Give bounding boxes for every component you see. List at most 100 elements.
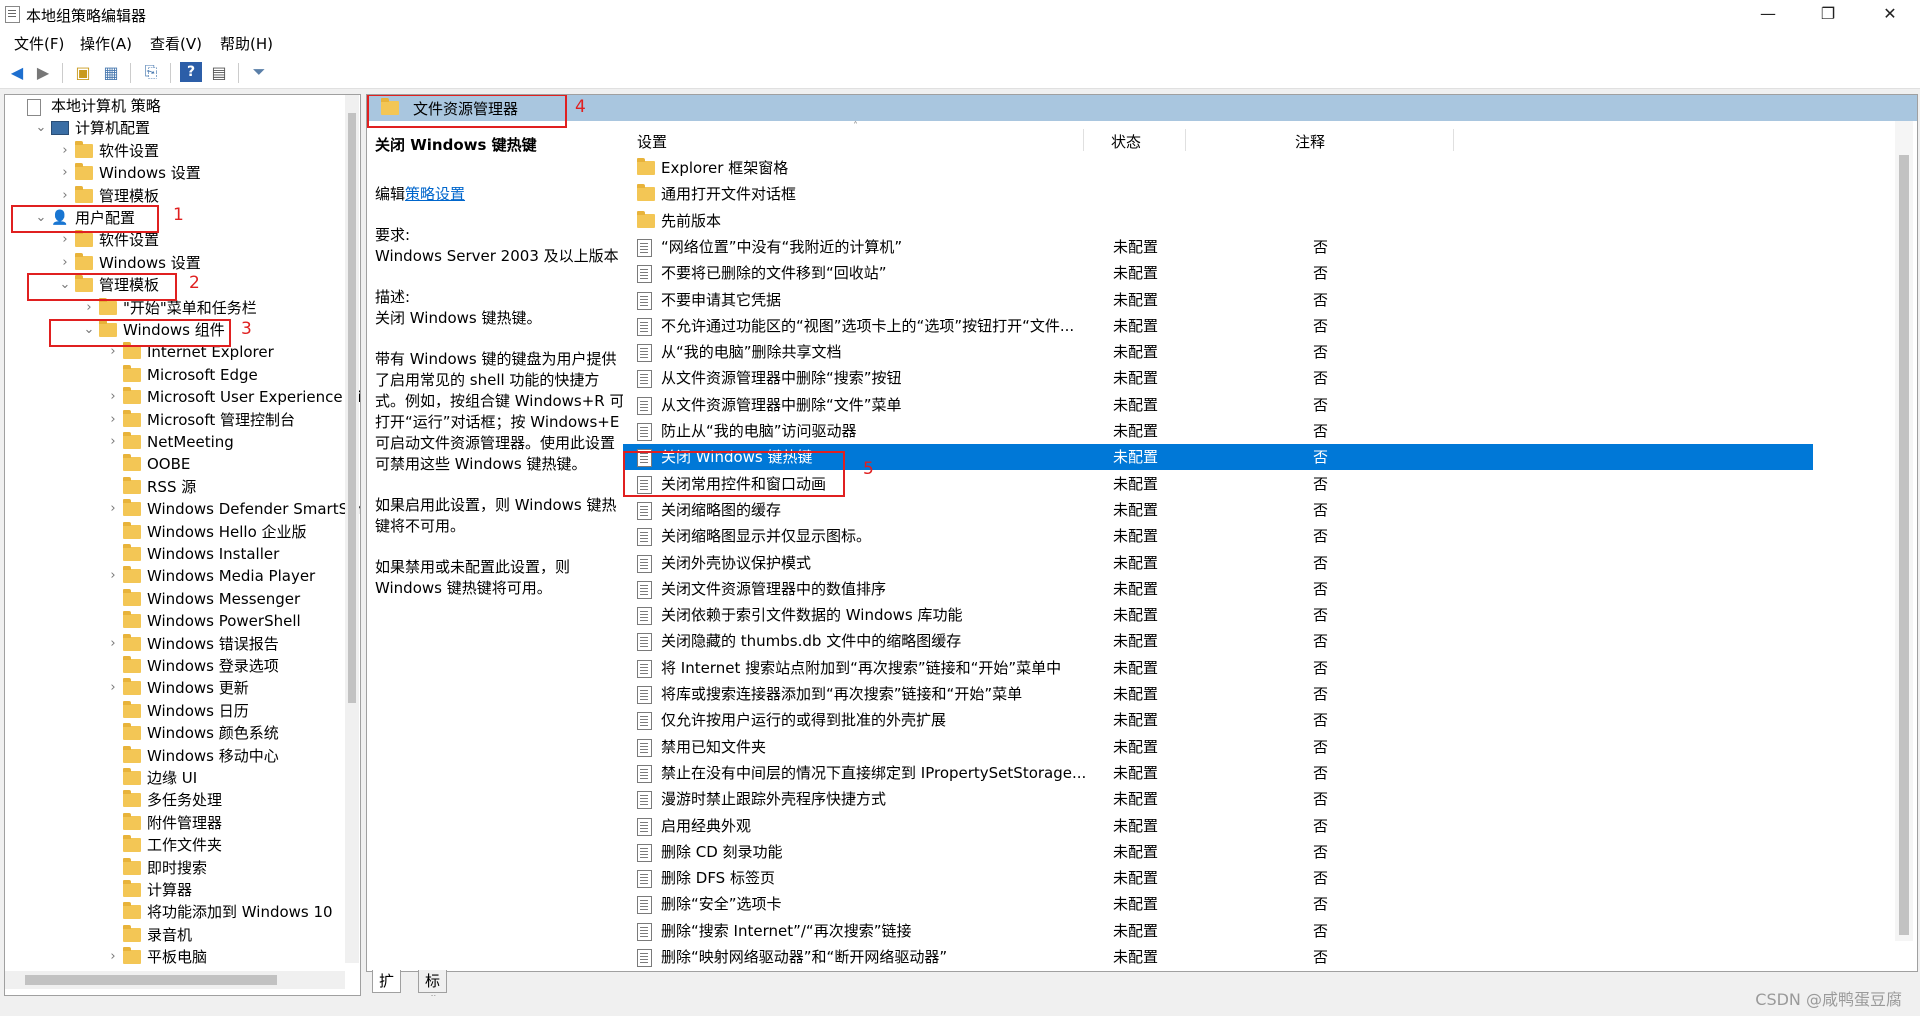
help-icon[interactable]: ? [180,62,202,82]
chevron-right-icon[interactable]: › [59,185,71,207]
tree-node[interactable]: 工作文件夹 [5,834,345,856]
tree-node[interactable]: Windows 日历 [5,700,345,722]
list-item[interactable]: 不要申请其它凭据 未配置 否 [623,287,1813,313]
tree-node[interactable]: › 软件设置 [5,140,345,162]
list-item[interactable]: 从“我的电脑”删除共享文档 未配置 否 [623,339,1813,365]
tree-node[interactable]: 即时搜索 [5,857,345,879]
menu-view[interactable]: 查看(V) [150,33,202,54]
list-item[interactable]: 从文件资源管理器中删除“文件”菜单 未配置 否 [623,392,1813,418]
tree-node[interactable]: Windows 登录选项 [5,655,345,677]
tree-node[interactable]: 边缘 UI [5,767,345,789]
export-list-icon[interactable]: ⎘ [140,62,162,82]
list-folder-item[interactable]: Explorer 框架窗格 [623,155,1813,181]
up-folder-icon[interactable]: ▣ [72,62,94,82]
list-item[interactable]: 禁用已知文件夹 未配置 否 [623,734,1813,760]
column-header-note[interactable]: 注释 [1295,131,1325,152]
tab-standard[interactable]: 标准 [418,970,448,1012]
list-item[interactable]: 漫游时禁止跟踪外壳程序快捷方式 未配置 否 [623,786,1813,812]
filter-icon[interactable]: ⏷ [248,62,270,82]
list-item[interactable]: 防止从“我的电脑”访问驱动器 未配置 否 [623,418,1813,444]
chevron-right-icon[interactable]: › [107,565,119,587]
tree-node[interactable]: › Windows 设置 [5,162,345,184]
tree-node[interactable]: › NetMeeting [5,431,345,453]
tree-node[interactable]: 计算器 [5,879,345,901]
menu-file[interactable]: 文件(F) [14,33,64,54]
tree-scroll-thumb[interactable] [348,113,356,703]
menu-help[interactable]: 帮助(H) [220,33,273,54]
list-item[interactable]: 将库或搜索连接器添加到“再次搜索”链接和“开始”菜单 未配置 否 [623,681,1813,707]
list-item[interactable]: 将 Internet 搜索站点附加到“再次搜索”链接和“开始”菜单中 未配置 否 [623,655,1813,681]
tree-node[interactable]: 本地计算机 策略 [5,95,345,117]
chevron-right-icon[interactable]: › [59,162,71,184]
list-item[interactable]: 关闭缩略图显示并仅显示图标。 未配置 否 [623,523,1813,549]
tree-node[interactable]: RSS 源 [5,476,345,498]
tree-hscroll-thumb[interactable] [25,975,277,985]
tree-node[interactable]: › 平板电脑 [5,946,345,968]
tree-node[interactable]: › Windows 设置 [5,252,345,274]
chevron-right-icon[interactable]: › [107,677,119,699]
column-header-setting[interactable]: 设置 [637,131,667,152]
list-item[interactable]: “网络位置”中没有“我附近的计算机” 未配置 否 [623,234,1813,260]
list-folder-item[interactable]: 先前版本 [623,208,1813,234]
tree-node[interactable]: 多任务处理 [5,789,345,811]
tree-node[interactable]: OOBE [5,453,345,475]
forward-arrow-icon[interactable]: ▶ [32,62,54,82]
chevron-down-icon[interactable]: ⌄ [35,117,47,139]
chevron-right-icon[interactable]: › [107,498,119,520]
chevron-right-icon[interactable]: › [59,140,71,162]
list-item[interactable]: 关闭文件资源管理器中的数值排序 未配置 否 [623,576,1813,602]
list-item[interactable]: 删除 CD 刻录功能 未配置 否 [623,839,1813,865]
chevron-right-icon[interactable]: › [107,386,119,408]
annotation-number-2: 2 [189,273,200,293]
tree-node[interactable]: Windows 颜色系统 [5,722,345,744]
list-item[interactable]: 关闭缩略图的缓存 未配置 否 [623,497,1813,523]
minimize-button[interactable]: — [1740,0,1796,28]
tab-extended[interactable]: 扩展 [372,970,402,1012]
tree-node[interactable]: › Windows 错误报告 [5,633,345,655]
list-item[interactable]: 从文件资源管理器中删除“搜索”按钮 未配置 否 [623,365,1813,391]
list-item[interactable]: 关闭依赖于索引文件数据的 Windows 库功能 未配置 否 [623,602,1813,628]
tree-node[interactable]: Microsoft Edge [5,364,345,386]
tree-node[interactable]: Windows Messenger [5,588,345,610]
list-item[interactable]: 仅允许按用户运行的或得到批准的外壳扩展 未配置 否 [623,707,1813,733]
tree-node[interactable]: 附件管理器 [5,812,345,834]
chevron-right-icon[interactable]: › [107,946,119,968]
list-item[interactable]: 关闭隐藏的 thumbs.db 文件中的缩略图缓存 未配置 否 [623,628,1813,654]
list-item[interactable]: 关闭外壳协议保护模式 未配置 否 [623,550,1813,576]
list-scroll-thumb[interactable] [1899,155,1909,935]
list-item[interactable]: 删除“映射网络驱动器”和“断开网络驱动器” 未配置 否 [623,944,1813,970]
tree-node[interactable]: 将功能添加到 Windows 10 [5,901,345,923]
tree-node[interactable]: › Windows Media Player [5,565,345,587]
list-folder-item[interactable]: 通用打开文件对话框 [623,181,1813,207]
tree-node[interactable]: Windows 移动中心 [5,745,345,767]
list-item[interactable]: 删除“搜索 Internet”/“再次搜索”链接 未配置 否 [623,918,1813,944]
list-item[interactable]: 删除“安全”选项卡 未配置 否 [623,891,1813,917]
tree-node[interactable]: › Microsoft User Experience Virtu [5,386,360,408]
edit-policy-link[interactable]: 策略设置 [405,185,465,203]
tree-node[interactable]: › Windows Defender SmartScree [5,498,360,520]
tree-node[interactable]: › Windows 更新 [5,677,345,699]
menu-action[interactable]: 操作(A) [80,33,132,54]
list-item[interactable]: 删除 DFS 标签页 未配置 否 [623,865,1813,891]
tree-node[interactable]: › 管理模板 [5,185,345,207]
tree-node[interactable]: Windows Installer [5,543,345,565]
maximize-button[interactable]: ❐ [1800,0,1856,28]
properties-icon[interactable]: ▤ [208,62,230,82]
tree-node[interactable]: Windows PowerShell [5,610,345,632]
list-item[interactable]: 不要将已删除的文件移到“回收站” 未配置 否 [623,260,1813,286]
list-item[interactable]: 启用经典外观 未配置 否 [623,813,1813,839]
chevron-right-icon[interactable]: › [107,633,119,655]
chevron-right-icon[interactable]: › [59,252,71,274]
chevron-right-icon[interactable]: › [107,431,119,453]
tree-node[interactable]: › Microsoft 管理控制台 [5,409,345,431]
list-item[interactable]: 不允许通过功能区的“视图”选项卡上的“选项”按钮打开“文件... 未配置 否 [623,313,1813,339]
column-header-state[interactable]: 状态 [1111,131,1141,152]
close-button[interactable]: ✕ [1862,0,1918,28]
back-arrow-icon[interactable]: ◀ [6,62,28,82]
show-hide-tree-icon[interactable]: ▦ [100,62,122,82]
tree-node[interactable]: ⌄ 计算机配置 [5,117,345,139]
list-item[interactable]: 禁止在没有中间层的情况下直接绑定到 IPropertySetStorage...… [623,760,1813,786]
chevron-right-icon[interactable]: › [107,409,119,431]
tree-node[interactable]: 录音机 [5,924,345,946]
tree-node[interactable]: Windows Hello 企业版 [5,521,345,543]
